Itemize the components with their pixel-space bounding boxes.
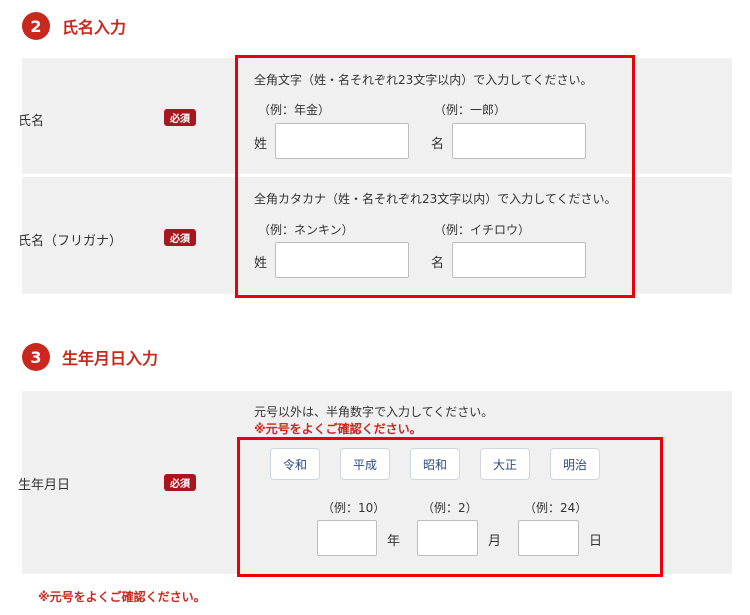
kana-label: 氏名（フリガナ） (18, 234, 123, 249)
name-required-badge: 必須 (164, 109, 196, 126)
section3-number-badge: 3 (22, 343, 50, 371)
section2-title: 氏名入力 (62, 18, 127, 37)
bottom-era-warning: ※元号をよくご確認ください。 (38, 590, 206, 604)
section2-header: 2 氏名入力 (22, 12, 126, 40)
name-label: 氏名 (18, 114, 45, 129)
section3-header: 3 生年月日入力 (22, 343, 158, 371)
birth-highlight-box (237, 437, 663, 577)
birth-required-badge: 必須 (164, 474, 196, 491)
section2-number-badge: 2 (22, 12, 50, 40)
name-highlight-box (235, 55, 635, 298)
kana-required-badge: 必須 (164, 229, 196, 246)
birth-instruction: 元号以外は、半角数字で入力してください。 (254, 405, 494, 419)
birth-label: 生年月日 (18, 478, 71, 493)
birth-era-warning: ※元号をよくご確認ください。 (254, 422, 422, 436)
section3-title: 生年月日入力 (62, 349, 159, 368)
